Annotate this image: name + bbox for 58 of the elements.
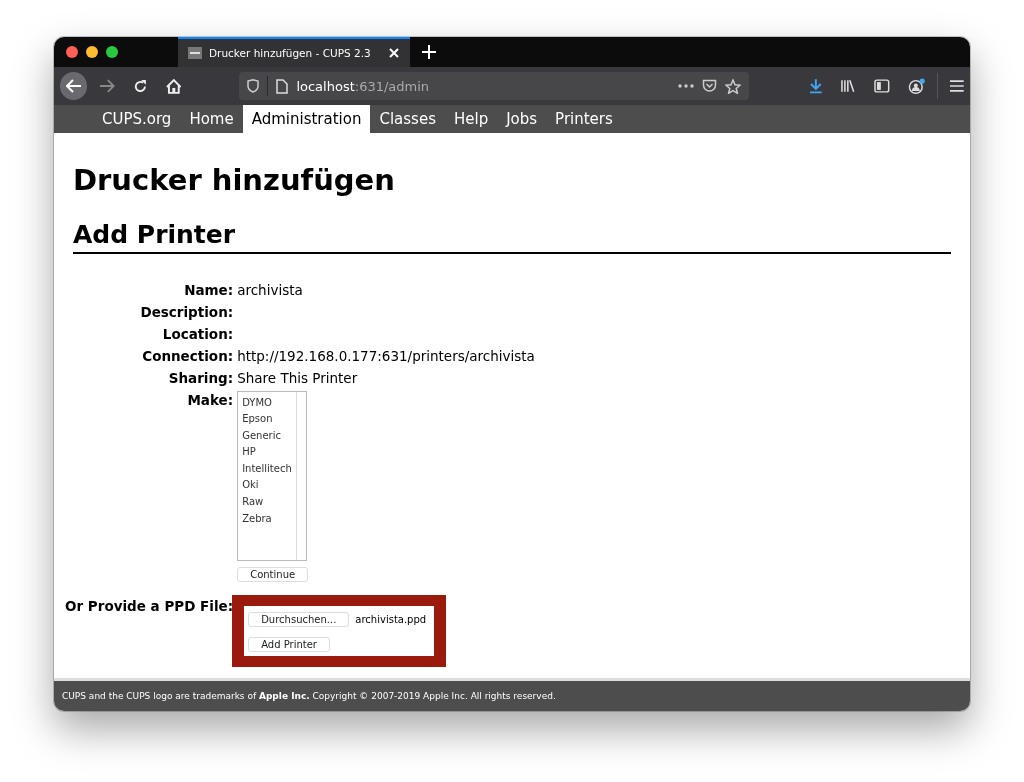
field-label: Connection: bbox=[141, 346, 234, 366]
list-option[interactable]: Intellitech bbox=[242, 460, 292, 478]
nav-link[interactable]: Classes bbox=[370, 105, 445, 133]
back-arrow-icon bbox=[65, 79, 82, 93]
close-icon[interactable] bbox=[388, 47, 400, 59]
list-option[interactable]: Epson bbox=[242, 411, 292, 428]
field-label: Make: bbox=[186, 390, 234, 410]
shield-icon[interactable] bbox=[247, 79, 260, 93]
page-title: Drucker hinzufügen bbox=[73, 163, 396, 197]
list-option[interactable]: Oki bbox=[242, 477, 292, 495]
file-name: archivista.ppd bbox=[355, 612, 427, 627]
make-listbox[interactable]: DYMO Epson Generic HP Intellitech Oki Raw Zebra bbox=[237, 390, 308, 561]
new-tab-icon[interactable] bbox=[422, 45, 436, 59]
continue-button[interactable]: Continue bbox=[237, 566, 309, 582]
nav-link[interactable]: Jobs bbox=[497, 105, 547, 133]
url-host: localhost bbox=[296, 78, 355, 94]
home-icon[interactable] bbox=[165, 78, 182, 94]
browse-button[interactable]: Durchsuchen... bbox=[248, 611, 350, 627]
tab-title: Drucker hinzufügen - CUPS 2.3 bbox=[209, 47, 372, 59]
pocket-icon[interactable] bbox=[701, 79, 717, 93]
forward-icon[interactable] bbox=[99, 79, 116, 93]
list-option[interactable]: DYMO bbox=[242, 394, 292, 412]
list-option[interactable]: Generic bbox=[242, 427, 292, 445]
library-icon[interactable] bbox=[840, 79, 857, 93]
field-label: Sharing: bbox=[167, 368, 234, 388]
list-option[interactable]: Zebra bbox=[242, 510, 292, 528]
browser-tab[interactable]: Drucker hinzufügen - CUPS 2.3 bbox=[178, 37, 410, 67]
sidebar-icon[interactable] bbox=[874, 79, 890, 93]
account-icon[interactable] bbox=[907, 77, 926, 95]
url-path: :631/admin bbox=[354, 78, 430, 94]
zoom-light[interactable] bbox=[106, 46, 118, 58]
list-option[interactable]: HP bbox=[242, 444, 292, 461]
field-value: http://192.168.0.177:631/printers/archivista bbox=[237, 347, 535, 364]
address-bar[interactable]: localhost:631/admin bbox=[239, 72, 749, 100]
add-printer-button[interactable]: Add Printer bbox=[248, 636, 330, 652]
menu-icon[interactable] bbox=[950, 80, 964, 92]
back-button[interactable] bbox=[60, 72, 88, 100]
field-label: Description: bbox=[139, 302, 234, 322]
nav-link[interactable]: Printers bbox=[546, 105, 622, 133]
nav-link[interactable]: Administration bbox=[242, 105, 371, 133]
field-value: archivista bbox=[237, 281, 303, 298]
field-value: Share This Printer bbox=[237, 369, 358, 386]
field-label: Location: bbox=[161, 324, 234, 344]
close-light[interactable] bbox=[66, 46, 78, 58]
section-title: Add Printer bbox=[73, 219, 951, 254]
field-label: Or Provide a PPD File: bbox=[65, 596, 234, 616]
reload-icon[interactable] bbox=[133, 78, 148, 94]
footer-text: CUPS and the CUPS logo are trademarks of Apple Inc. Copyright © 2007-2019 Apple Inc. All rights reserved. bbox=[62, 691, 556, 701]
minimize-light[interactable] bbox=[86, 46, 98, 58]
star-icon[interactable] bbox=[724, 78, 741, 94]
nav-link[interactable]: CUPS.org bbox=[93, 105, 181, 133]
nav-link[interactable]: Help bbox=[444, 105, 498, 133]
field-label: Name: bbox=[183, 280, 234, 300]
nav-link[interactable]: Home bbox=[180, 105, 243, 133]
list-option[interactable]: Raw bbox=[242, 494, 292, 511]
page-icon bbox=[276, 78, 289, 94]
more-icon[interactable] bbox=[677, 84, 694, 88]
download-icon[interactable] bbox=[808, 78, 823, 94]
